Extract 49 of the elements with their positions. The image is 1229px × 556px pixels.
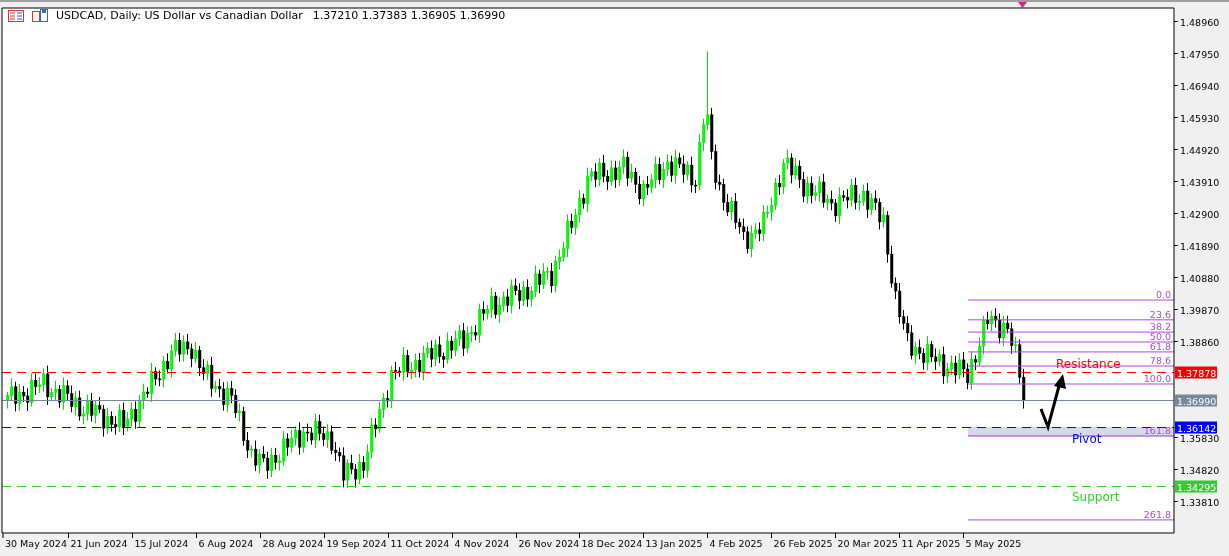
date-axis-label: 13 Jan 2025 xyxy=(645,538,703,549)
price-tag: 1.36142 xyxy=(1175,421,1217,434)
date-axis-label: 26 Nov 2024 xyxy=(518,538,580,549)
date-axis-label: 26 Feb 2025 xyxy=(773,538,833,549)
pivot-label: Pivot xyxy=(1072,432,1102,446)
date-axis-label: 30 May 2024 xyxy=(5,538,67,549)
date-axis-label: 6 Aug 2024 xyxy=(198,538,254,549)
price-axis-label: 1.43910 xyxy=(1180,176,1220,188)
price-axis-label: 1.46940 xyxy=(1180,80,1220,92)
date-axis-label: 19 Sep 2024 xyxy=(326,538,387,549)
ohlc-quotes: 1.37210 1.37383 1.36905 1.36990 xyxy=(312,9,506,22)
price-axis-label: 1.39870 xyxy=(1180,304,1220,316)
fib-label: 261.8 xyxy=(1143,508,1171,520)
fib-label: 61.8 xyxy=(1149,340,1171,352)
date-axis-label: 11 Apr 2025 xyxy=(901,538,961,549)
price-tag: 1.34295 xyxy=(1175,480,1217,493)
fib-label: 23.6 xyxy=(1149,308,1171,320)
date-axis-label: 18 Dec 2024 xyxy=(581,538,643,549)
date-axis-label: 4 Nov 2024 xyxy=(454,538,510,549)
date-axis-label: 15 Jul 2024 xyxy=(134,538,189,549)
fib-label: 78.6 xyxy=(1149,355,1171,366)
date-axis-label: 5 May 2025 xyxy=(965,538,1022,549)
price-tag: 1.36990 xyxy=(1175,394,1217,407)
chart-title: USDCAD, Daily: US Dollar vs Canadian Dollar xyxy=(56,9,303,22)
date-axis-label: 28 Aug 2024 xyxy=(262,538,324,549)
price-tag: 1.37878 xyxy=(1175,366,1217,379)
price-axis-label: 1.33810 xyxy=(1180,496,1220,508)
price-axis-label: 1.40880 xyxy=(1180,272,1220,284)
resistance-label: Resistance xyxy=(1056,357,1121,371)
price-axis-label: 1.35830 xyxy=(1180,432,1220,444)
price-axis-label: 1.48960 xyxy=(1180,16,1220,28)
price-axis-label: 1.41890 xyxy=(1180,240,1220,252)
fib-label: 38.2 xyxy=(1149,321,1171,333)
triangle-marker-icon xyxy=(1018,2,1027,8)
date-axis-label: 11 Oct 2024 xyxy=(390,538,450,549)
support-label: Support xyxy=(1072,490,1120,504)
date-axis-label: 4 Feb 2025 xyxy=(709,538,763,549)
date-axis-label: 20 Mar 2025 xyxy=(837,538,898,549)
price-axis-label: 1.38860 xyxy=(1180,336,1220,348)
fib-label: 0.0 xyxy=(1155,289,1171,300)
fib-label: 100.0 xyxy=(1143,373,1171,384)
price-axis-label: 1.45930 xyxy=(1180,112,1220,124)
price-axis-label: 1.44920 xyxy=(1180,144,1220,156)
arrow-drawing xyxy=(1039,374,1066,432)
date-axis-label: 21 Jun 2024 xyxy=(70,538,128,549)
price-axis-label: 1.47950 xyxy=(1180,48,1220,60)
price-axis-label: 1.34820 xyxy=(1180,464,1220,476)
price-axis-label: 1.42900 xyxy=(1180,208,1220,220)
fib-label: 50.0 xyxy=(1149,331,1171,342)
